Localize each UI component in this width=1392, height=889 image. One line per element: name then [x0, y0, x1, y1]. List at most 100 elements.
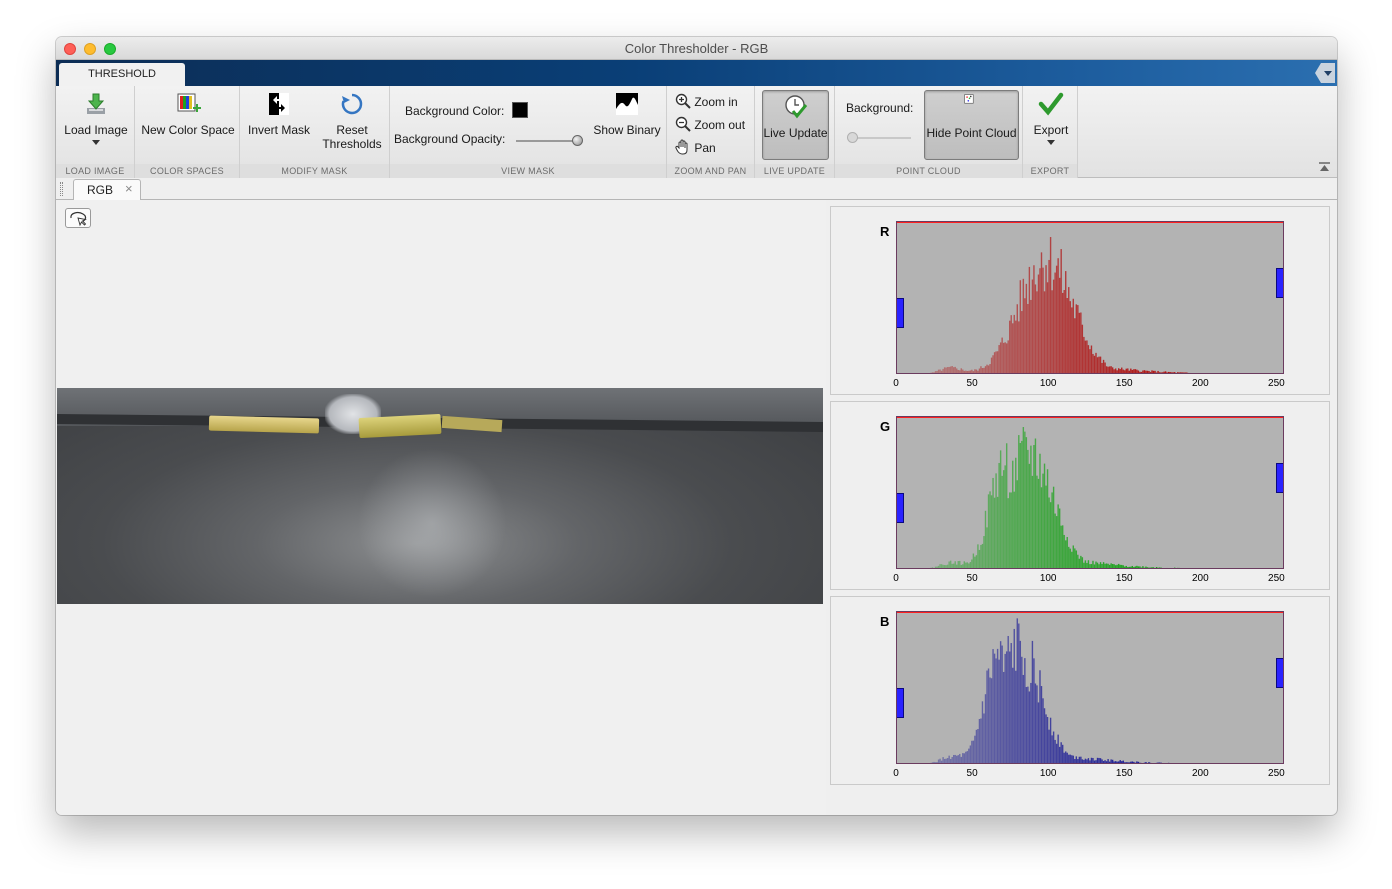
section-label-modify-mask: MODIFY MASK — [240, 164, 389, 178]
histogram-bar — [1127, 567, 1129, 568]
histogram-bar — [1015, 457, 1017, 568]
histogram-bar — [1004, 653, 1006, 763]
histogram-bar — [946, 758, 949, 763]
zoom-in-button[interactable]: Zoom in — [675, 93, 738, 109]
histogram-bar — [1163, 763, 1164, 764]
histogram-bar — [977, 728, 979, 763]
histogram-bar — [1057, 734, 1059, 763]
min-threshold-handle[interactable] — [897, 298, 904, 328]
histogram-bar — [1180, 372, 1182, 373]
new-color-space-button[interactable]: New Color Space — [140, 91, 236, 137]
histogram-bar — [993, 653, 996, 763]
histogram-bar — [1077, 554, 1079, 568]
tab-rgb[interactable]: RGB × — [73, 179, 141, 200]
histogram-bar — [1069, 754, 1071, 763]
histogram-bar — [1203, 373, 1204, 374]
min-threshold-handle[interactable] — [897, 493, 904, 523]
histogram-bar — [986, 670, 988, 763]
histogram-bar — [969, 562, 972, 568]
channel-label: G — [880, 419, 891, 434]
histogram-bar — [956, 755, 958, 763]
max-threshold-handle[interactable] — [1276, 268, 1283, 298]
background-color-swatch[interactable] — [512, 102, 528, 118]
histogram-bar — [1095, 352, 1097, 373]
histogram-bar — [1052, 731, 1055, 763]
reset-thresholds-button[interactable]: Reset Thresholds — [318, 91, 386, 151]
histogram-bar — [937, 759, 940, 763]
histogram-bar — [998, 659, 1000, 763]
opacity-slider-handle[interactable] — [572, 135, 583, 146]
chevron-down-icon — [92, 140, 100, 149]
histogram-bar — [984, 366, 987, 373]
histogram-bar — [1207, 373, 1208, 374]
histogram-plot[interactable] — [896, 416, 1284, 569]
section-label-load-image: LOAD IMAGE — [56, 164, 134, 178]
histogram-bar — [943, 565, 946, 568]
histogram-bar — [986, 364, 988, 373]
export-button[interactable]: Export — [1025, 91, 1077, 149]
histogram-bar — [1039, 670, 1041, 763]
min-threshold-handle[interactable] — [897, 688, 904, 718]
histogram-bar — [1087, 758, 1090, 763]
histogram-bar — [945, 565, 947, 568]
histogram-bar — [1063, 534, 1065, 568]
histogram-bar — [962, 564, 964, 568]
histogram-bar — [931, 762, 934, 763]
histogram-bar — [1104, 563, 1106, 568]
x-tick-label: 100 — [1039, 378, 1057, 389]
histogram-bar — [1001, 475, 1003, 568]
histogram-bar — [998, 345, 1000, 373]
histogram-bar — [1137, 566, 1140, 568]
x-tick-label: 100 — [1039, 768, 1057, 779]
histogram-bar — [989, 677, 991, 763]
histogram-bar — [995, 473, 997, 568]
histogram-bar — [983, 367, 985, 373]
freehand-roi-button[interactable] — [65, 208, 91, 228]
histogram-bar — [1068, 754, 1070, 763]
zoom-out-button[interactable]: Zoom out — [675, 116, 745, 132]
x-tick-label: 100 — [1039, 573, 1057, 584]
max-threshold-handle[interactable] — [1276, 658, 1283, 688]
histogram-bar — [1118, 368, 1120, 373]
image-canvas[interactable] — [56, 200, 826, 815]
x-tick-label: 50 — [966, 768, 978, 779]
histogram-bar — [986, 527, 988, 568]
load-image-button[interactable]: Load Image — [61, 91, 131, 149]
close-tab-icon[interactable]: × — [125, 181, 133, 196]
histogram-bar — [1051, 290, 1053, 373]
histogram-bar — [1139, 762, 1141, 763]
collapse-toolstrip-icon[interactable] — [1319, 162, 1330, 172]
histogram-bar — [969, 745, 972, 763]
histogram-bar — [1010, 492, 1012, 568]
histogram-bar — [1009, 651, 1011, 763]
histogram-plot[interactable] — [896, 611, 1284, 764]
histogram-bar — [1163, 371, 1165, 373]
histogram-bar — [1151, 370, 1153, 373]
histogram-bar — [1031, 640, 1034, 763]
histogram-bar — [1077, 759, 1079, 763]
histogram-bar — [1160, 762, 1162, 763]
histogram-bar — [1167, 371, 1170, 373]
quick-access-dropdown[interactable] — [1315, 63, 1335, 83]
show-binary-button[interactable]: Show Binary — [592, 91, 662, 137]
x-tick-label: 250 — [1268, 768, 1285, 779]
max-threshold-handle[interactable] — [1276, 463, 1283, 493]
histogram-bar — [939, 564, 941, 568]
pan-label: Pan — [694, 141, 716, 155]
histogram-bar — [1089, 349, 1091, 373]
histogram-bar — [1203, 568, 1204, 569]
grip-handle[interactable] — [60, 182, 63, 196]
invert-mask-button[interactable]: Invert Mask — [244, 91, 314, 137]
histogram-bar — [931, 372, 934, 373]
histogram-bar — [1124, 370, 1126, 373]
pan-button[interactable]: Pan — [675, 139, 716, 155]
histogram-bar — [1155, 567, 1158, 568]
histogram-bar — [951, 366, 953, 373]
histogram-bar — [1121, 564, 1123, 568]
histogram-bar — [1066, 537, 1068, 568]
tab-threshold[interactable]: THRESHOLD — [59, 63, 185, 86]
histogram-bar — [1089, 564, 1091, 568]
point-cloud-slider-handle[interactable] — [847, 132, 858, 143]
histogram-bar — [1163, 568, 1164, 569]
histogram-plot[interactable] — [896, 221, 1284, 374]
